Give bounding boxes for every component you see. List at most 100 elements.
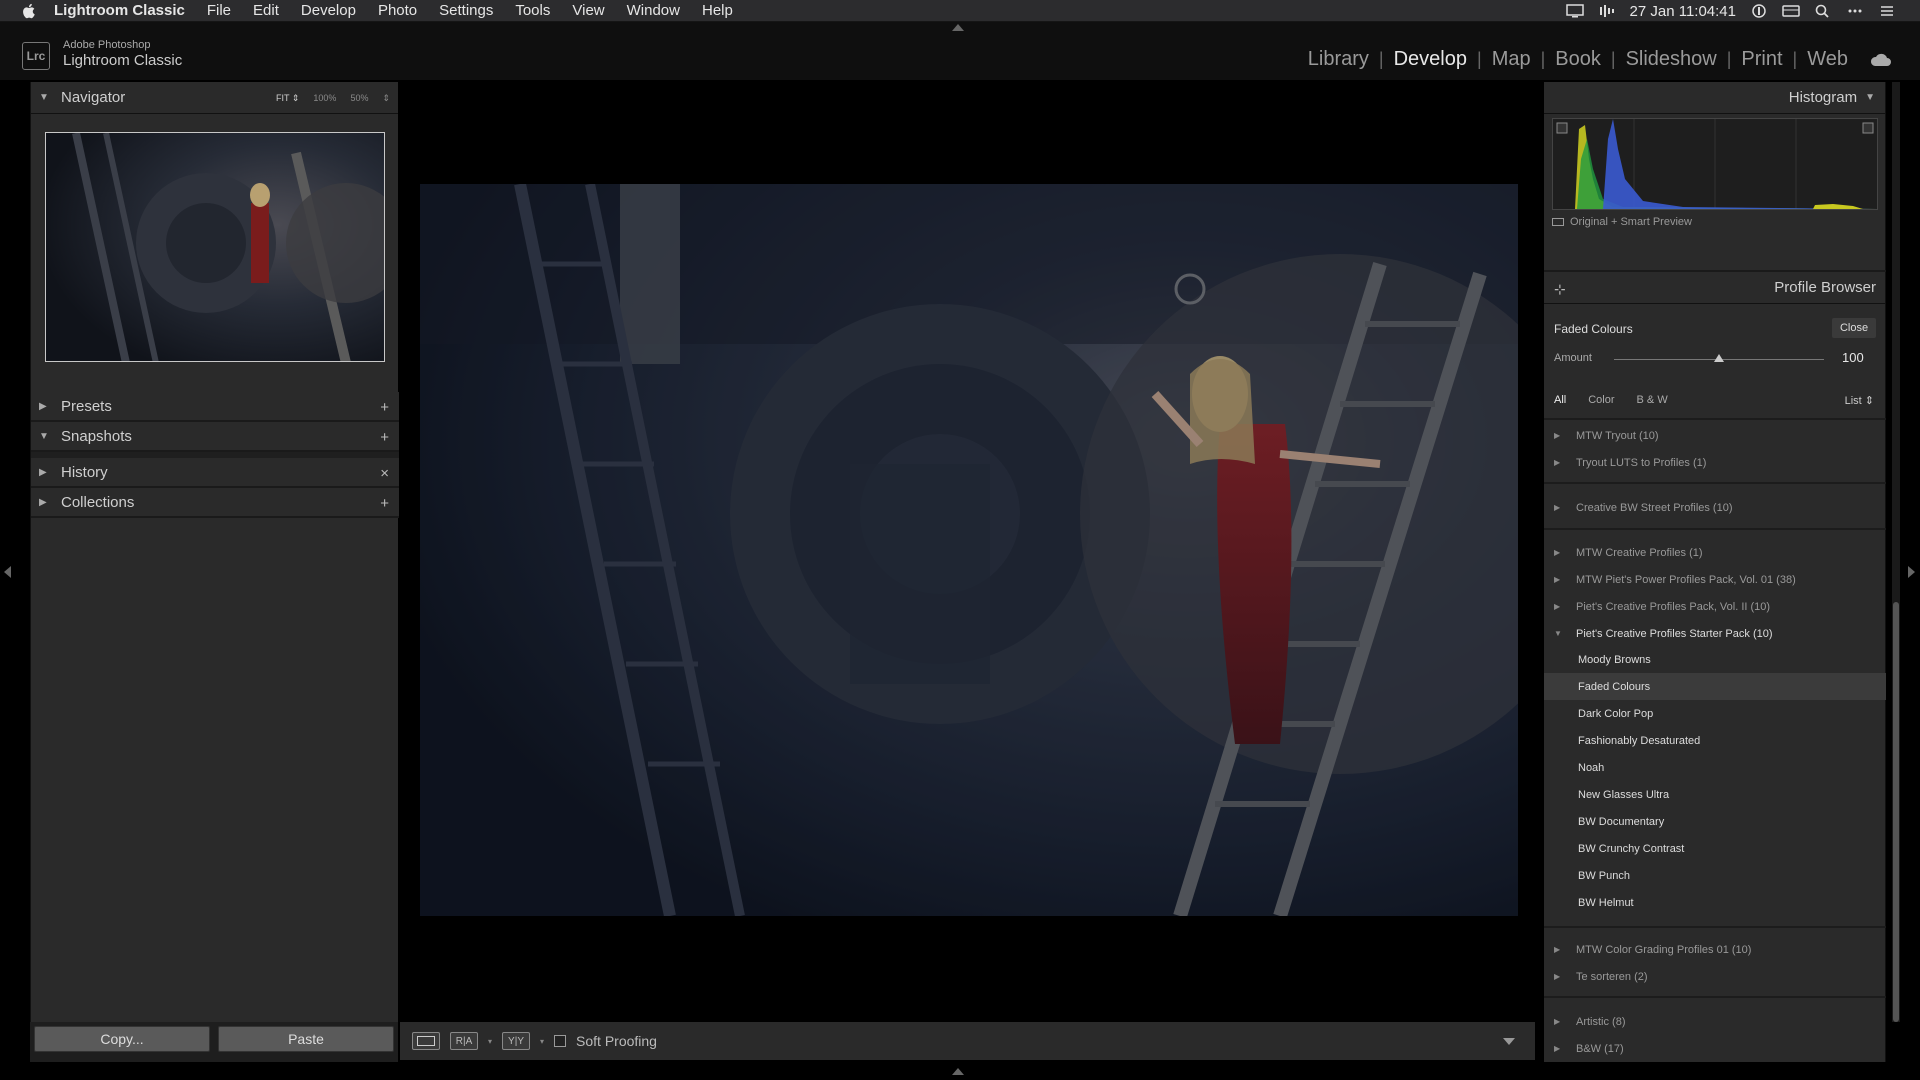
more-dots-icon[interactable] [1846,4,1864,18]
profile-group[interactable]: ▶ B&W (17) [1544,1035,1886,1062]
soft-proofing-checkbox[interactable] [554,1035,567,1047]
main-photo[interactable] [420,184,1518,916]
copy-settings-button[interactable]: Copy... [34,1026,210,1052]
add-collection-icon[interactable]: + [380,488,389,518]
menu-settings[interactable]: Settings [439,2,493,19]
add-preset-icon[interactable]: + [380,392,389,422]
expand-triangle-icon[interactable]: ▶ [1554,548,1564,557]
spotlight-search-icon[interactable] [1814,4,1832,18]
amount-value[interactable]: 100 [1842,350,1864,365]
filter-bw[interactable]: B & W [1637,394,1668,406]
expand-triangle-icon[interactable]: ▶ [1554,972,1564,981]
expand-triangle-icon[interactable]: ▶ [1554,503,1564,512]
expand-triangle-icon[interactable]: ▶ [1554,1017,1564,1026]
collections-header[interactable]: ▶ Collections + [31,488,399,518]
profile-group[interactable]: ▶ Creative BW Street Profiles (10) [1544,494,1886,521]
navigator-preview[interactable] [45,132,385,362]
module-slideshow[interactable]: Slideshow [1616,48,1727,71]
profile-group[interactable]: ▶ MTW Piet's Power Profiles Pack, Vol. 01… [1544,566,1886,593]
profile-group-open[interactable]: ▼ Piet's Creative Profiles Starter Pack (… [1544,620,1886,647]
profile-item[interactable]: BW Punch [1544,862,1886,889]
paste-settings-button[interactable]: Paste [218,1026,394,1052]
menu-view[interactable]: View [572,2,604,19]
status-circle-icon[interactable] [1750,4,1768,18]
close-profile-browser-button[interactable]: Close [1832,318,1876,338]
filter-all[interactable]: All [1554,394,1566,406]
history-header[interactable]: ▶ History × [31,458,399,488]
module-map[interactable]: Map [1482,48,1541,71]
expand-triangle-icon[interactable]: ▶ [39,467,53,478]
profile-group[interactable]: ▶ MTW Tryout (10) [1544,422,1886,449]
profile-item[interactable]: BW Helmut [1544,889,1886,916]
navigator-header[interactable]: ▼ Navigator FIT ⇕ 100% 50% ⇕ [31,82,398,114]
histogram-header[interactable]: Histogram ▼ [1544,82,1885,114]
expand-triangle-icon[interactable]: ▶ [1554,431,1564,440]
zoom-50[interactable]: 50% [350,93,368,103]
filmstrip-toggle-icon[interactable] [952,1068,964,1075]
wallet-icon[interactable] [1782,4,1800,18]
collapse-triangle-icon[interactable]: ▼ [1865,92,1875,103]
profile-item[interactable]: BW Crunchy Contrast [1544,835,1886,862]
profile-group[interactable]: ▶ MTW Creative Profiles (1) [1544,539,1886,566]
toolbar-menu-icon[interactable] [1503,1038,1515,1045]
profile-item[interactable]: Noah [1544,754,1886,781]
module-web[interactable]: Web [1797,48,1858,71]
profile-group[interactable]: ▶ MTW Color Grading Profiles 01 (10) [1544,936,1886,963]
profile-item[interactable]: Moody Browns [1544,646,1886,673]
grid-icon[interactable]: ⊹ [1554,281,1568,297]
before-after-left-right-icon[interactable]: R|A [450,1032,478,1050]
expand-triangle-icon[interactable]: ▶ [1554,575,1564,584]
scrollbar-thumb[interactable] [1893,602,1899,1022]
view-mode-select[interactable]: List ⇕ [1845,394,1874,407]
zoom-more[interactable]: ⇕ [382,93,390,104]
menu-window[interactable]: Window [627,2,680,19]
collapse-triangle-icon[interactable]: ▼ [39,92,53,103]
expand-triangle-icon[interactable]: ▶ [39,401,53,412]
expand-triangle-icon[interactable]: ▶ [1554,602,1564,611]
cloud-sync-icon[interactable] [1870,52,1892,68]
filter-color[interactable]: Color [1588,394,1614,406]
top-panel-toggle-icon[interactable] [952,24,964,31]
profile-group[interactable]: ▶ Artistic (8) [1544,1008,1886,1035]
zoom-fit[interactable]: FIT ⇕ [276,93,299,104]
profile-group[interactable]: ▶ Te sorteren (2) [1544,963,1886,990]
zoom-100[interactable]: 100% [313,93,336,103]
profile-browser-header[interactable]: ⊹ Profile Browser [1544,270,1886,304]
snapshots-header[interactable]: ▼ Snapshots + [31,422,399,452]
display-icon[interactable] [1565,4,1584,18]
right-panel-toggle-icon[interactable] [1908,566,1915,578]
left-panel-toggle-icon[interactable] [4,566,11,578]
profile-item[interactable]: Dark Color Pop [1544,700,1886,727]
right-panel-scrollbar[interactable] [1892,82,1900,1022]
histogram[interactable] [1552,118,1878,210]
apple-icon[interactable] [20,2,38,20]
menu-edit[interactable]: Edit [253,2,279,19]
menu-file[interactable]: File [207,2,231,19]
control-center-icon[interactable] [1878,4,1896,18]
collapse-triangle-icon[interactable]: ▼ [39,431,53,442]
menu-tools[interactable]: Tools [515,2,550,19]
menu-develop[interactable]: Develop [301,2,356,19]
dropdown-caret-icon[interactable]: ▾ [540,1037,544,1046]
add-snapshot-icon[interactable]: + [380,422,389,452]
module-library[interactable]: Library [1298,48,1379,71]
module-develop[interactable]: Develop [1384,48,1477,71]
expand-triangle-icon[interactable]: ▶ [1554,945,1564,954]
menu-help[interactable]: Help [702,2,733,19]
profile-item[interactable]: BW Documentary [1544,808,1886,835]
collapse-triangle-icon[interactable]: ▼ [1554,629,1564,638]
module-print[interactable]: Print [1731,48,1792,71]
loupe-view-icon[interactable] [412,1032,440,1050]
menu-app-name[interactable]: Lightroom Classic [54,2,185,19]
audio-icon[interactable] [1598,4,1616,18]
expand-triangle-icon[interactable]: ▶ [1554,1044,1564,1053]
module-book[interactable]: Book [1545,48,1611,71]
menu-photo[interactable]: Photo [378,2,417,19]
before-after-top-bottom-icon[interactable]: Y|Y [502,1032,531,1050]
profile-item[interactable]: Fashionably Desaturated [1544,727,1886,754]
amount-slider-thumb[interactable] [1714,354,1724,362]
clear-history-icon[interactable]: × [380,458,389,488]
menu-clock[interactable]: 27 Jan 11:04:41 [1630,3,1736,20]
profile-item[interactable]: New Glasses Ultra [1544,781,1886,808]
profile-group[interactable]: ▶ Tryout LUTS to Profiles (1) [1544,449,1886,476]
